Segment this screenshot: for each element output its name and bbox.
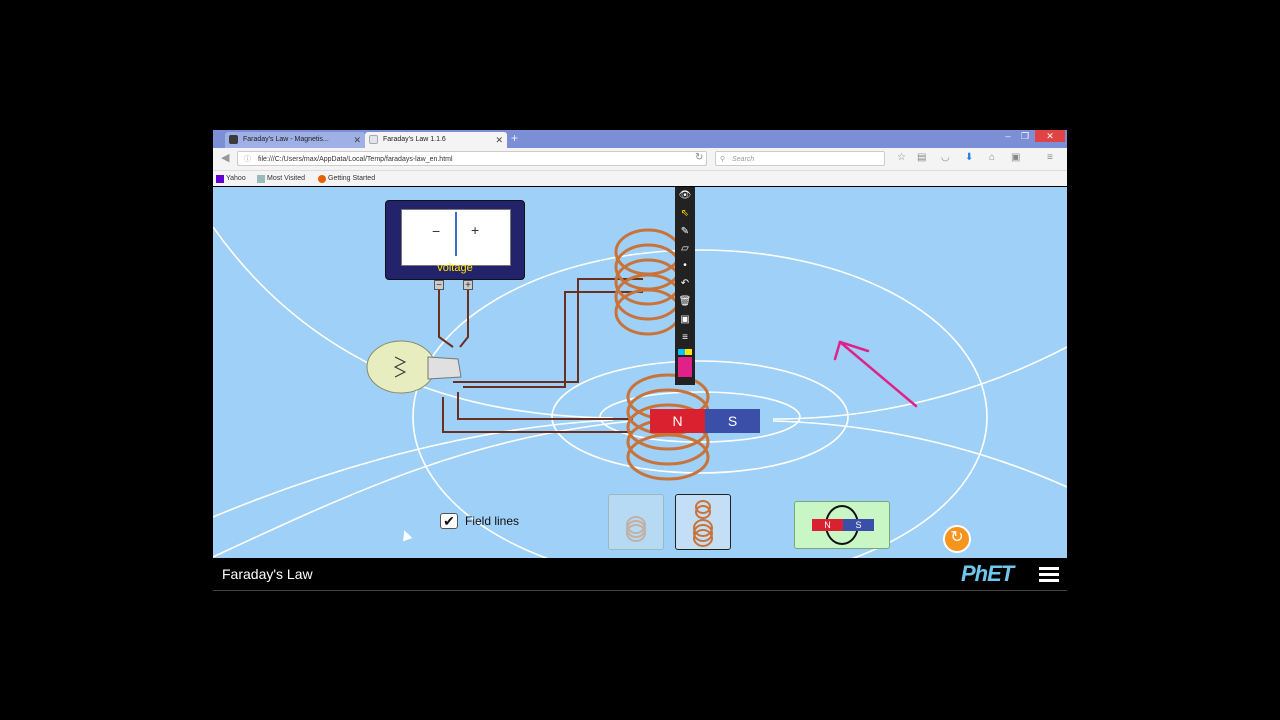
bookmark-label: Getting Started [328, 175, 376, 182]
search-icon: ⚲ [720, 156, 726, 163]
camera-icon[interactable]: ▣ [677, 313, 693, 327]
bookmark-label: Yahoo [226, 175, 246, 182]
back-arrow-icon[interactable]: ◀ [221, 151, 229, 164]
tab-faradays-law-sim[interactable]: Faraday's Law 1.1.6 ✕ [365, 132, 507, 148]
two-coil-button[interactable] [675, 494, 731, 550]
voltmeter-plus-terminal: + [463, 280, 473, 291]
navigation-bar: ◀ ⓘ file:///C:/Users/max/AppData/Local/T… [213, 148, 1067, 171]
phet-navbar: Faraday's Law PhET [213, 558, 1067, 591]
voltmeter-face: − + [401, 209, 511, 266]
search-placeholder: Search [732, 156, 755, 163]
eye-icon[interactable]: 👁 [677, 189, 693, 203]
trash-icon[interactable]: 🗑 [677, 295, 693, 309]
flip-south: S [843, 519, 874, 531]
phet-menu-icon[interactable] [1039, 567, 1059, 582]
pocket-icon[interactable]: ◡ [941, 152, 950, 163]
tab-label: Faraday's Law - Magnetis... [243, 136, 329, 143]
meter-plus-label: + [471, 222, 480, 238]
double-coil-icon [693, 500, 713, 547]
palette-magenta[interactable] [678, 357, 692, 377]
field-lines-checkbox[interactable]: ✔ [440, 513, 458, 529]
pointer-icon[interactable]: ⇖ [677, 207, 693, 221]
restore-button[interactable]: ❐ [1018, 130, 1032, 142]
annotation-toolbar: 👁 ⇖ ✎ ▱ • ↶ 🗑 ▣ ≡ [675, 187, 695, 385]
magnet-north: N [650, 409, 705, 433]
palette-cyan[interactable] [678, 349, 685, 355]
one-coil-button[interactable] [608, 494, 664, 550]
reload-icon[interactable]: ↻ [695, 152, 703, 163]
voltmeter: − + voltage [385, 200, 525, 280]
tab-label: Faraday's Law 1.1.6 [383, 136, 446, 143]
voltage-label: voltage [437, 262, 473, 274]
close-window-button[interactable]: ✕ [1035, 130, 1065, 142]
palette-icon[interactable] [678, 349, 692, 381]
single-coil-icon [626, 516, 646, 542]
pen-icon[interactable]: ✎ [677, 225, 693, 239]
field-lines-label[interactable]: Field lines [465, 514, 519, 528]
bookmark-getting-started[interactable]: Getting Started [318, 173, 375, 184]
folder-icon [257, 175, 265, 183]
url-text: file:///C:/Users/max/AppData/Local/Temp/… [258, 156, 453, 163]
sim-title: Faraday's Law [222, 566, 313, 582]
voltmeter-needle [455, 212, 457, 256]
bookmark-most-visited[interactable]: Most Visited [257, 173, 305, 184]
new-tab-button[interactable]: + [511, 131, 518, 145]
eraser-icon[interactable]: ▱ [677, 242, 693, 256]
flip-magnet-button[interactable]: N S [794, 501, 890, 549]
info-icon[interactable]: ⓘ [244, 152, 251, 167]
reading-list-icon[interactable]: ▤ [917, 152, 926, 163]
close-tab-icon[interactable]: ✕ [495, 132, 503, 148]
magnet-south: S [705, 409, 760, 433]
home-icon[interactable]: ⌂ [989, 152, 995, 163]
phet-favicon-icon [229, 135, 238, 144]
tab-faradays-law-magnetism[interactable]: Faraday's Law - Magnetis... ✕ [225, 132, 365, 148]
tab-bar: Faraday's Law - Magnetis... ✕ Faraday's … [213, 130, 1067, 148]
browser-window: Faraday's Law - Magnetis... ✕ Faraday's … [213, 130, 1067, 591]
undo-icon[interactable]: ↶ [677, 277, 693, 291]
flip-north: N [812, 519, 843, 531]
dot-icon[interactable]: • [677, 259, 693, 273]
palette-yellow[interactable] [685, 349, 692, 355]
minimize-button[interactable]: – [1001, 130, 1015, 142]
bookmarks-bar: Yahoo Most Visited Getting Started [213, 171, 1067, 186]
reset-all-button[interactable]: ↻ [943, 525, 971, 553]
page-favicon-icon [369, 135, 378, 144]
meter-minus-label: − [432, 223, 441, 239]
url-bar[interactable]: ⓘ file:///C:/Users/max/AppData/Local/Tem… [237, 151, 707, 166]
close-tab-icon[interactable]: ✕ [353, 132, 361, 148]
light-bulb-icon [366, 340, 462, 394]
menu-hamburger-icon[interactable]: ≡ [1047, 152, 1053, 163]
download-icon[interactable]: ⬇ [965, 152, 973, 163]
firefox-icon [318, 175, 326, 183]
bar-magnet[interactable]: N S [650, 409, 760, 433]
yahoo-icon [216, 175, 224, 183]
extension-icon[interactable]: ▣ [1011, 152, 1020, 163]
list-icon[interactable]: ≡ [677, 331, 693, 345]
simulation-canvas[interactable]: N S − + voltage − + 👁 ⇖ ✎ ▱ • ↶ 🗑 ▣ ≡ ✔ … [213, 187, 1067, 558]
search-input[interactable]: ⚲ Search [715, 151, 885, 166]
bookmark-yahoo[interactable]: Yahoo [216, 173, 246, 184]
bookmark-star-icon[interactable]: ☆ [897, 152, 906, 163]
voltmeter-minus-terminal: − [434, 280, 444, 291]
phet-logo[interactable]: PhET [961, 561, 1014, 587]
bookmark-label: Most Visited [267, 175, 305, 182]
